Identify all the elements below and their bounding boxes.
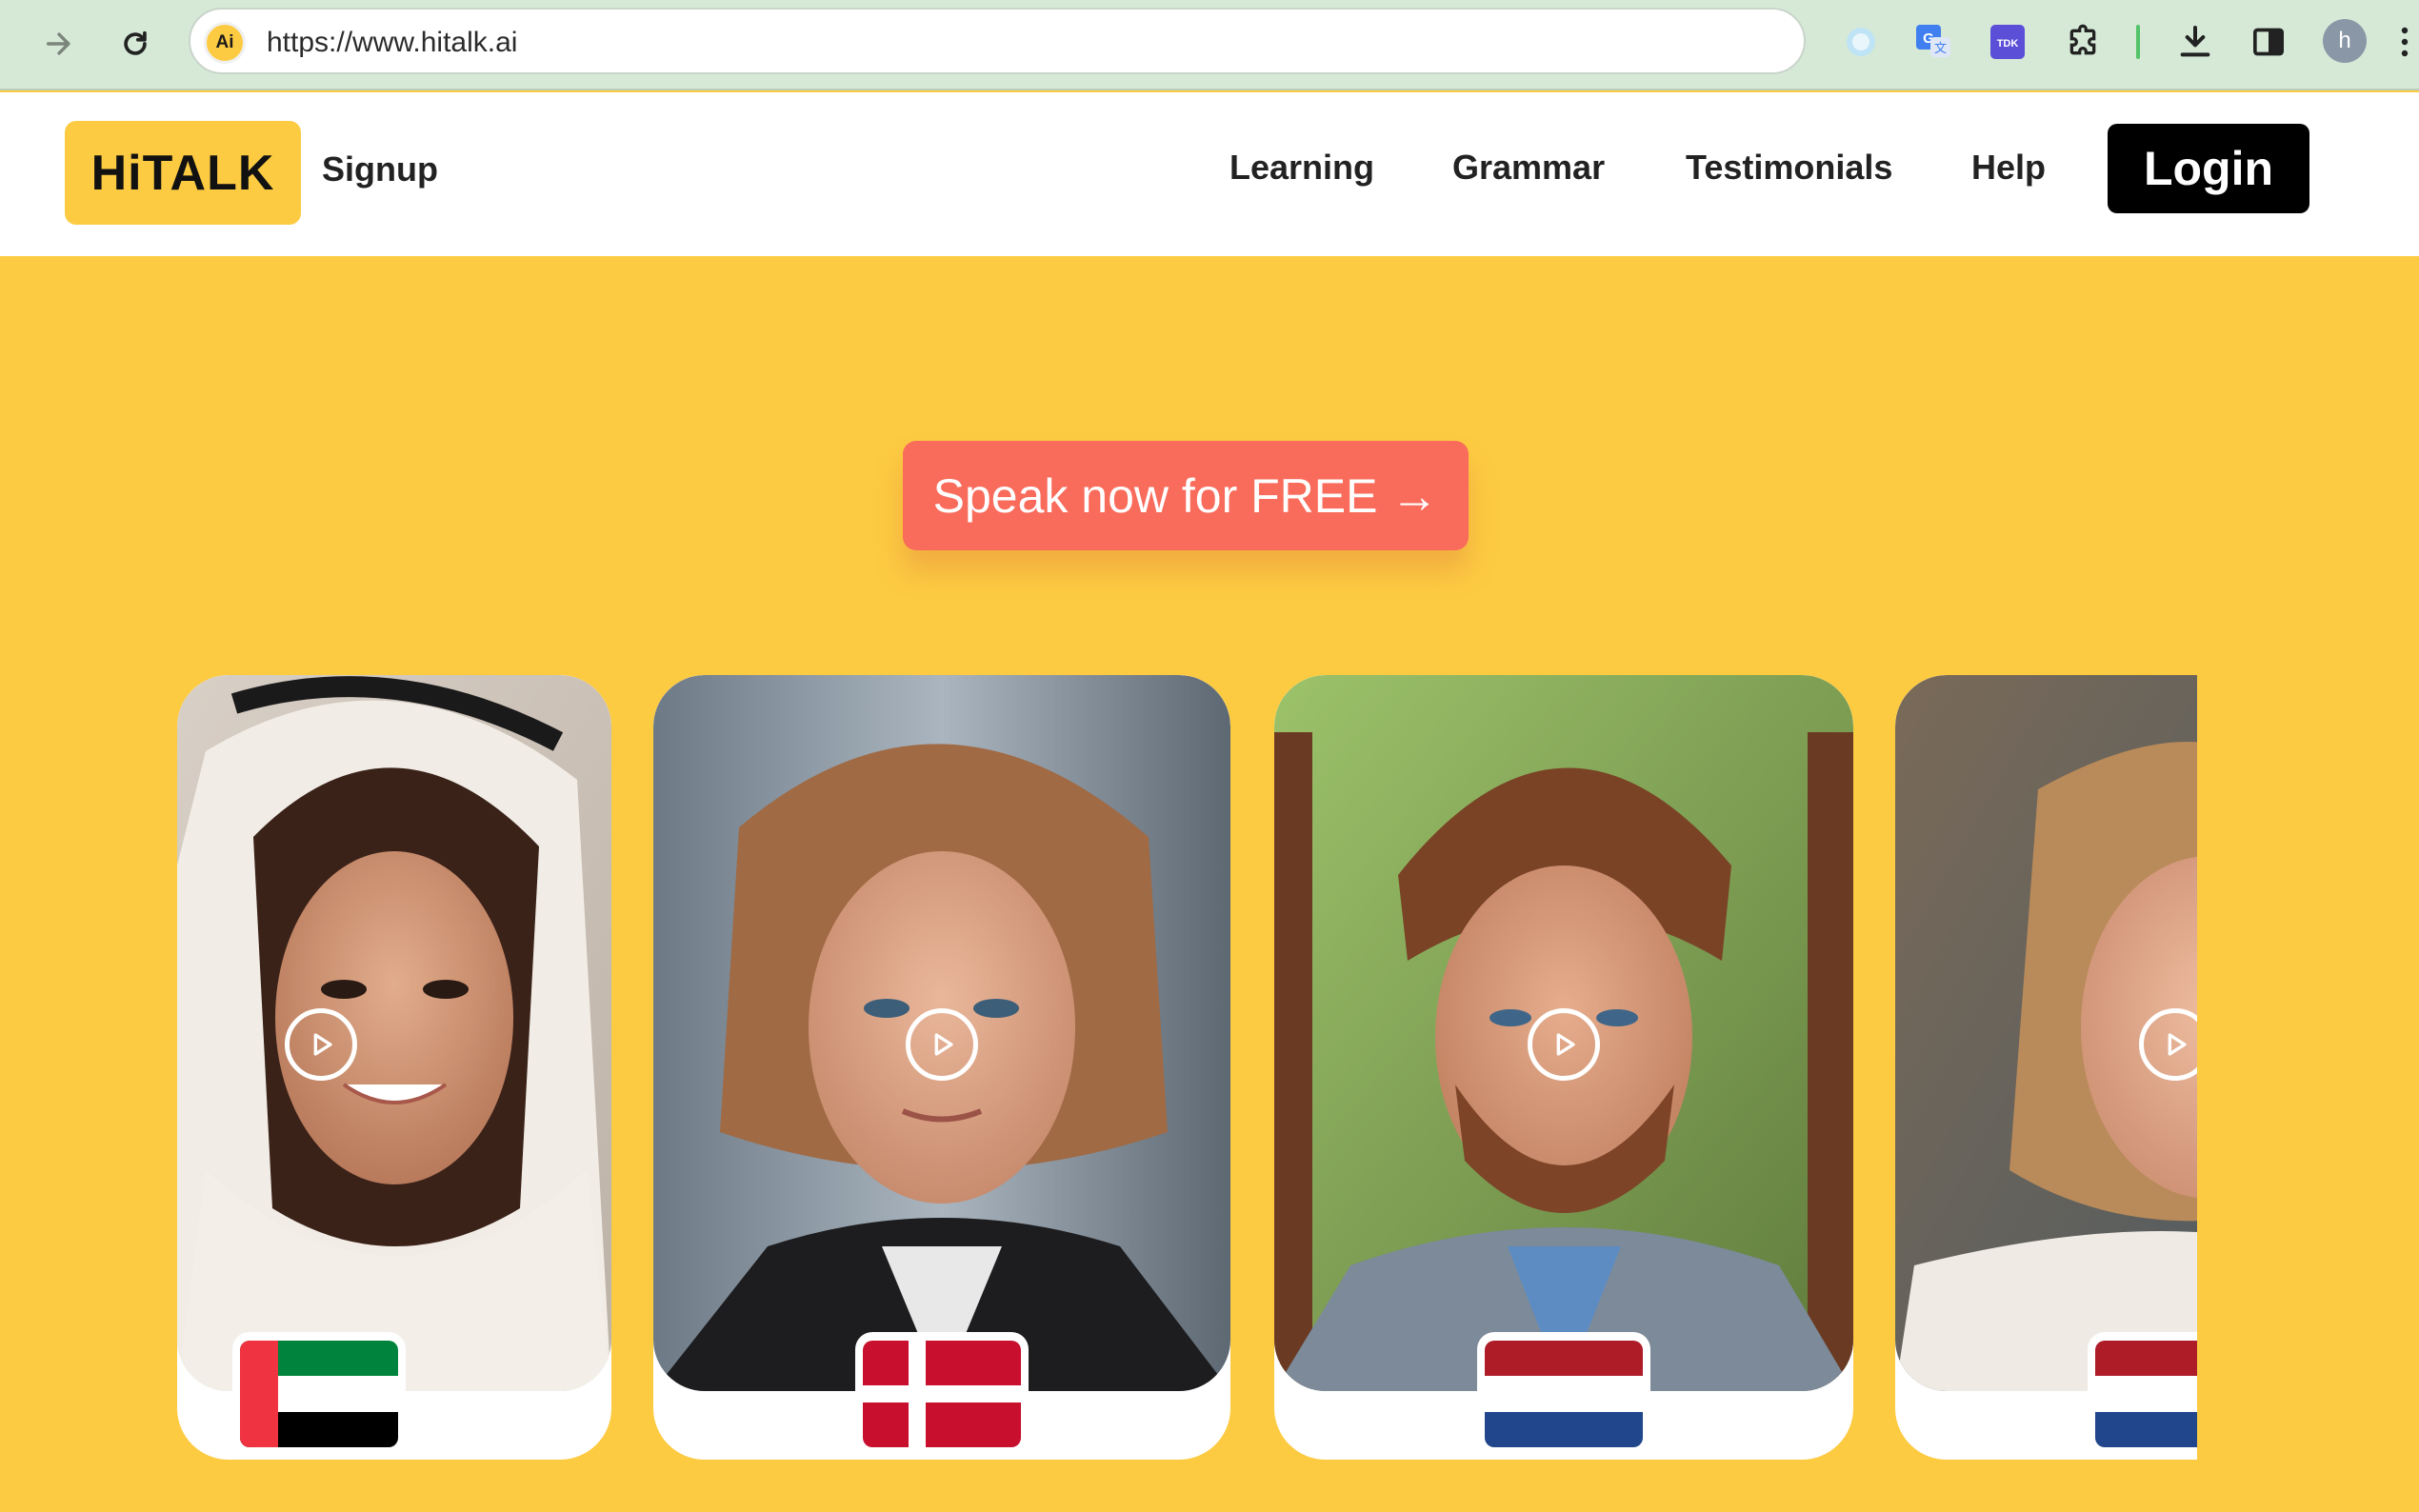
nav-learning[interactable]: Learning xyxy=(1229,148,1374,188)
side-panel-icon[interactable] xyxy=(2246,19,2291,65)
flag-badge xyxy=(855,1332,1029,1456)
tutor-portrait-image xyxy=(177,675,611,1391)
site-header: HiTALK Signup Learning Grammar Testimoni… xyxy=(0,92,2419,256)
reload-button[interactable] xyxy=(110,19,160,69)
flag-badge xyxy=(2088,1332,2197,1456)
nav-grammar[interactable]: Grammar xyxy=(1452,148,1605,188)
hitalk-logo[interactable]: HiTALK xyxy=(65,121,301,225)
flag-badge xyxy=(1477,1332,1650,1456)
tutor-card[interactable] xyxy=(1274,675,1853,1460)
profile-avatar[interactable]: h xyxy=(2323,19,2367,63)
download-icon[interactable] xyxy=(2172,19,2218,65)
site-info-icon[interactable]: Ai xyxy=(204,22,246,64)
svg-text:文: 文 xyxy=(1934,41,1947,55)
browser-toolbar: Ai https://www.hitalk.ai G文 TDK h xyxy=(0,0,2419,90)
login-button[interactable]: Login xyxy=(2108,124,2309,213)
netherlands-flag-icon xyxy=(2095,1341,2197,1447)
nav-help[interactable]: Help xyxy=(1971,148,2046,188)
url-text[interactable]: https://www.hitalk.ai xyxy=(267,10,517,76)
tutor-carousel xyxy=(177,675,2197,1462)
tutor-card[interactable] xyxy=(653,675,1230,1460)
speak-now-button[interactable]: Speak now for FREE → xyxy=(903,441,1469,550)
denmark-flag-icon xyxy=(863,1341,1021,1447)
forward-button[interactable] xyxy=(34,19,84,69)
play-icon[interactable] xyxy=(285,1008,357,1081)
toolbar-divider xyxy=(2136,25,2140,59)
circle-extension-icon[interactable] xyxy=(1838,19,1884,65)
reload-icon xyxy=(124,30,147,55)
play-icon[interactable] xyxy=(906,1008,978,1081)
netherlands-flag-icon xyxy=(1485,1341,1643,1447)
menu-icon[interactable] xyxy=(2390,19,2419,65)
uae-flag-icon xyxy=(240,1341,398,1447)
google-translate-icon[interactable]: G文 xyxy=(1910,19,1956,65)
nav-testimonials[interactable]: Testimonials xyxy=(1686,148,1892,188)
puzzle-extensions-icon[interactable] xyxy=(2060,19,2106,65)
flag-badge xyxy=(232,1332,406,1456)
tdk-extension-icon[interactable]: TDK xyxy=(1985,19,2030,65)
signup-link[interactable]: Signup xyxy=(322,149,438,189)
arrow-right-icon xyxy=(46,32,70,55)
play-icon[interactable] xyxy=(1528,1008,1600,1081)
tdk-label: TDK xyxy=(1997,38,2019,50)
tutor-card[interactable] xyxy=(1895,675,2197,1460)
address-bar[interactable]: Ai https://www.hitalk.ai xyxy=(189,8,1806,74)
tutor-card[interactable] xyxy=(177,675,611,1460)
